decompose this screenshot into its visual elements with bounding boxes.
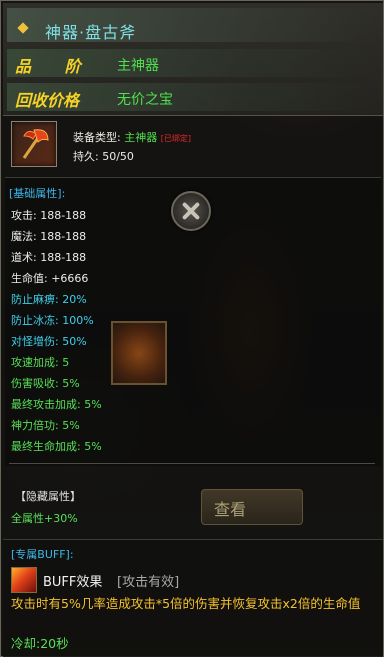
- recycle-row: 回收价格 无价之宝: [7, 83, 377, 111]
- type-value: 主神器: [124, 131, 158, 144]
- diamond-icon: [17, 22, 29, 34]
- section-divider: [9, 463, 375, 464]
- emblem-icon: [111, 321, 167, 385]
- stat-row: 攻击: 188-188: [11, 209, 87, 222]
- stat-row: 最终生命加成: 5%: [11, 440, 102, 453]
- durability-value: 50/50: [102, 150, 134, 163]
- recycle-value: 无价之宝: [117, 92, 173, 108]
- bound-badge: [已绑定]: [160, 134, 191, 143]
- stat-row: 最终攻击加成: 5%: [11, 398, 102, 411]
- stat-row: 防止冰冻: 100%: [11, 314, 94, 327]
- rank-row: 品 阶 主神器: [7, 49, 377, 77]
- rank-value: 主神器: [117, 58, 159, 74]
- item-title: 神器·盘古斧: [45, 23, 137, 42]
- title-bar: 神器·盘古斧: [7, 8, 377, 42]
- base-stats-title: [基础属性]:: [9, 187, 66, 200]
- type-label: 装备类型:: [73, 131, 121, 144]
- close-button[interactable]: [171, 191, 211, 231]
- durability-line: 持久: 50/50: [73, 148, 134, 164]
- view-button[interactable]: 查看: [201, 489, 303, 525]
- rank-label: 品 阶: [15, 57, 95, 76]
- view-button-label: 查看: [214, 500, 247, 519]
- stat-row: 神力倍功: 5%: [11, 419, 80, 432]
- stat-row: 攻速加成: 5: [11, 356, 70, 369]
- stat-row: 对怪增伤: 50%: [11, 335, 87, 348]
- item-tooltip-panel: 神器·盘古斧 品 阶 主神器 回收价格 无价之宝 装备类型: 主神器 [已绑定]…: [0, 0, 384, 657]
- item-icon-frame[interactable]: [11, 121, 57, 167]
- stat-row: 伤害吸收: 5%: [11, 377, 80, 390]
- buff-tag: [攻击有效]: [117, 575, 180, 590]
- hidden-stats-value: 全属性+30%: [11, 512, 78, 525]
- buff-cooldown: 冷却:20秒: [11, 636, 69, 651]
- durability-label: 持久:: [73, 150, 99, 163]
- stat-row: 生命值: +6666: [11, 272, 89, 285]
- axe-icon: [22, 129, 49, 159]
- item-type-line: 装备类型: 主神器 [已绑定]: [73, 129, 191, 145]
- hidden-stats-title: 【隐藏属性】: [15, 490, 81, 503]
- buff-section-title: [专属BUFF]:: [11, 548, 74, 561]
- stat-row: 魔法: 188-188: [11, 230, 87, 243]
- buff-description: 攻击时有5%几率造成攻击*5倍的伤害并恢复攻击x2倍的生命值: [11, 596, 361, 611]
- recycle-label: 回收价格: [15, 91, 80, 110]
- buff-name: BUFF效果: [43, 575, 103, 590]
- flame-icon: [11, 567, 37, 593]
- tooltip-header: 神器·盘古斧 品 阶 主神器 回收价格 无价之宝: [3, 3, 383, 116]
- stat-row: 防止麻痹: 20%: [11, 293, 87, 306]
- stat-row: 道术: 188-188: [11, 251, 87, 264]
